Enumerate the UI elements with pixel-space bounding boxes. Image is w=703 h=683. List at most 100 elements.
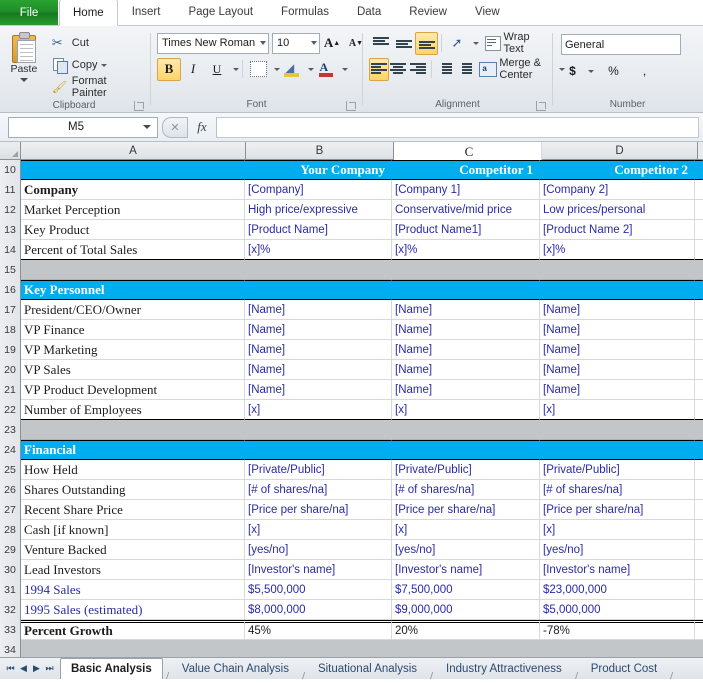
sheet-tab-basic-analysis[interactable]: Basic Analysis xyxy=(60,658,163,679)
row-header-34[interactable]: 34 xyxy=(0,640,21,657)
cell-C22[interactable]: [x] xyxy=(392,400,540,420)
ribbon-tab-page-layout[interactable]: Page Layout xyxy=(174,0,267,25)
cell-C26[interactable]: [# of shares/na] xyxy=(392,480,540,500)
cell-D23[interactable] xyxy=(540,420,695,440)
cell-C21[interactable]: [Name] xyxy=(392,380,540,400)
cell-B13[interactable]: [Product Name] xyxy=(245,220,392,240)
insert-function-icon[interactable]: fx xyxy=(188,119,216,135)
grow-font-button[interactable]: A ▲ xyxy=(320,32,344,55)
row-header-12[interactable]: 12 xyxy=(0,200,21,221)
column-header-a[interactable]: A xyxy=(21,142,246,159)
cell-B19[interactable]: [Name] xyxy=(245,340,392,360)
cell-C15[interactable] xyxy=(392,260,540,280)
cell-B17[interactable]: [Name] xyxy=(245,300,392,320)
cell-A24[interactable]: Financial xyxy=(21,440,245,460)
cell-C11[interactable]: [Company 1] xyxy=(392,180,540,200)
cell-B10[interactable]: Your Company xyxy=(245,160,392,180)
cell-A17[interactable]: President/CEO/Owner xyxy=(21,300,245,320)
format-painter-button[interactable]: 🖌 Format Painter xyxy=(48,75,148,99)
cell-B11[interactable]: [Company] xyxy=(245,180,392,200)
percent-style-button[interactable]: % xyxy=(602,61,625,82)
cell-B25[interactable]: [Private/Public] xyxy=(245,460,392,480)
cell-B31[interactable]: $5,500,000 xyxy=(245,580,392,600)
cell-C17[interactable]: [Name] xyxy=(392,300,540,320)
sheet-tab-situational-analysis[interactable]: Situational Analysis xyxy=(308,659,427,679)
ribbon-tab-review[interactable]: Review xyxy=(395,0,461,25)
cell-A21[interactable]: VP Product Development xyxy=(21,380,245,400)
chevron-down-icon[interactable] xyxy=(19,78,28,82)
cell-C34[interactable] xyxy=(392,640,540,657)
italic-button[interactable]: I xyxy=(181,58,205,81)
decrease-indent-button[interactable] xyxy=(434,58,454,81)
cell-C18[interactable]: [Name] xyxy=(392,320,540,340)
cell-A12[interactable]: Market Perception xyxy=(21,200,245,220)
cell-D31[interactable]: $23,000,000 xyxy=(540,580,695,600)
row-header-25[interactable]: 25 xyxy=(0,460,21,481)
cell-B33[interactable]: 45% xyxy=(245,620,392,640)
cell-D10[interactable]: Competitor 2 xyxy=(540,160,695,180)
align-bottom-button[interactable] xyxy=(415,31,439,55)
align-center-button[interactable] xyxy=(389,58,409,81)
column-header-c[interactable]: C xyxy=(394,142,542,162)
select-all-corner[interactable] xyxy=(0,142,21,159)
row-header-22[interactable]: 22 xyxy=(0,400,21,421)
cell-C29[interactable]: [yes/no] xyxy=(392,540,540,560)
cell-A16[interactable]: Key Personnel xyxy=(21,280,245,300)
row-header-19[interactable]: 19 xyxy=(0,340,21,361)
cut-button[interactable]: ✂ Cut xyxy=(48,32,148,54)
cell-A15[interactable] xyxy=(21,260,245,280)
row-header-26[interactable]: 26 xyxy=(0,480,21,501)
cell-A23[interactable] xyxy=(21,420,245,440)
next-sheet-icon[interactable]: ▶ xyxy=(30,663,43,674)
cell-B26[interactable]: [# of shares/na] xyxy=(245,480,392,500)
cell-A29[interactable]: Venture Backed xyxy=(21,540,245,560)
column-header-b[interactable]: B xyxy=(246,142,394,159)
cell-C32[interactable]: $9,000,000 xyxy=(392,600,540,620)
row-header-32[interactable]: 32 xyxy=(0,600,21,621)
align-middle-button[interactable] xyxy=(392,32,415,55)
cell-A27[interactable]: Recent Share Price xyxy=(21,500,245,520)
cell-A26[interactable]: Shares Outstanding xyxy=(21,480,245,500)
formula-input[interactable] xyxy=(216,116,699,138)
ribbon-tab-formulas[interactable]: Formulas xyxy=(267,0,343,25)
row-header-18[interactable]: 18 xyxy=(0,320,21,341)
chevron-down-icon[interactable] xyxy=(143,125,151,129)
cell-B27[interactable]: [Price per share/na] xyxy=(245,500,392,520)
chevron-down-icon[interactable] xyxy=(233,67,239,71)
number-format-combo[interactable]: General xyxy=(561,34,681,55)
row-header-20[interactable]: 20 xyxy=(0,360,21,381)
cell-D21[interactable]: [Name] xyxy=(540,380,695,400)
file-tab[interactable]: File xyxy=(0,0,59,25)
cell-C16[interactable] xyxy=(392,280,540,300)
cell-B34[interactable] xyxy=(245,640,392,657)
bold-button[interactable]: B xyxy=(157,57,181,81)
merge-center-button[interactable]: a Merge & Center xyxy=(473,57,566,81)
font-dialog-launcher[interactable] xyxy=(346,101,356,111)
cell-D20[interactable]: [Name] xyxy=(540,360,695,380)
row-header-21[interactable]: 21 xyxy=(0,380,21,401)
row-header-31[interactable]: 31 xyxy=(0,580,21,601)
cell-A22[interactable]: Number of Employees xyxy=(21,400,245,420)
increase-indent-button[interactable] xyxy=(454,58,474,81)
sheet-tab-industry-attractiveness[interactable]: Industry Attractiveness xyxy=(436,659,572,679)
comma-style-button[interactable]: , xyxy=(633,61,656,82)
font-size-combo[interactable]: 10 xyxy=(272,32,320,54)
underline-button[interactable]: U xyxy=(205,58,229,81)
cell-C27[interactable]: [Price per share/na] xyxy=(392,500,540,520)
cell-D32[interactable]: $5,000,000 xyxy=(540,600,695,620)
cell-B12[interactable]: High price/expressive xyxy=(245,200,392,220)
cell-A30[interactable]: Lead Investors xyxy=(21,560,245,580)
row-header-33[interactable]: 33 xyxy=(0,620,21,641)
cell-A13[interactable]: Key Product xyxy=(21,220,245,240)
row-header-23[interactable]: 23 xyxy=(0,420,21,441)
fill-color-button[interactable]: ◢ xyxy=(280,58,304,81)
cell-A33[interactable]: Percent Growth xyxy=(21,620,245,640)
cell-D33[interactable]: -78% xyxy=(540,620,695,640)
cell-C31[interactable]: $7,500,000 xyxy=(392,580,540,600)
orientation-button[interactable]: ➚ xyxy=(445,32,468,55)
cell-D24[interactable] xyxy=(540,440,695,460)
clipboard-dialog-launcher[interactable] xyxy=(134,101,144,111)
row-header-16[interactable]: 16 xyxy=(0,280,21,301)
cell-B22[interactable]: [x] xyxy=(245,400,392,420)
wrap-text-button[interactable]: Wrap Text xyxy=(479,31,550,55)
